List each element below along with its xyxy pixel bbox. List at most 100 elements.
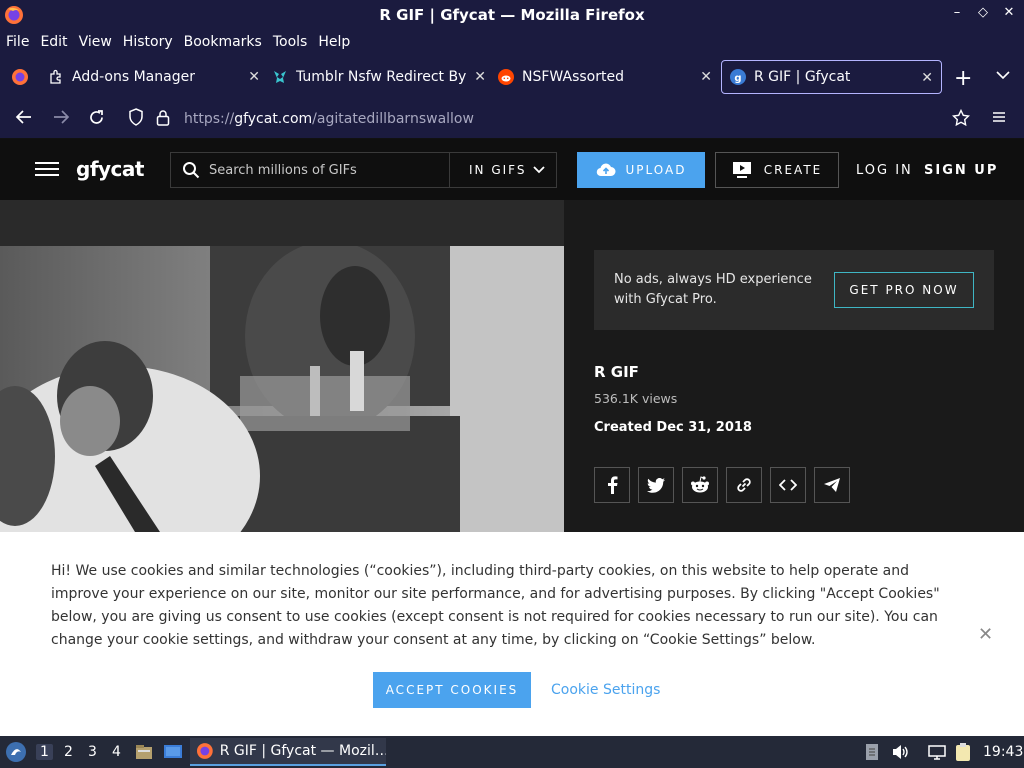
get-pro-button[interactable]: GET PRO NOW xyxy=(834,272,974,308)
url-bar[interactable]: https://gfycat.com/agitatedillbarnswallo… xyxy=(118,104,983,134)
puzzle-icon xyxy=(48,69,64,85)
create-video-icon xyxy=(732,162,751,178)
list-all-tabs-chevron-icon[interactable] xyxy=(996,68,1010,84)
firefox-view-icon[interactable] xyxy=(11,68,29,86)
workspace-2[interactable]: 2 xyxy=(64,744,73,760)
cloud-upload-icon xyxy=(596,163,616,177)
url-path: /agitatedillbarnswallow xyxy=(312,111,474,127)
clipboard-icon[interactable] xyxy=(953,742,973,762)
taskbar-firefox-window[interactable]: R GIF | Gfycat — Mozil… xyxy=(190,738,386,766)
taskbar-window-label: R GIF | Gfycat — Mozil… xyxy=(219,743,386,759)
tracking-protection-shield-icon[interactable] xyxy=(128,108,144,130)
gif-title: R GIF xyxy=(594,363,639,381)
share-facebook-button[interactable] xyxy=(594,467,630,503)
search-box[interactable]: Search millions of GIFs IN GIFS xyxy=(170,152,557,188)
url-host: gfycat.com xyxy=(234,111,313,127)
gfycat-icon: g xyxy=(730,69,746,85)
accept-cookies-button[interactable]: ACCEPT COOKIES xyxy=(373,672,531,708)
gif-views: 536.1K views xyxy=(594,391,678,406)
close-window-button[interactable]: ✕ xyxy=(1002,5,1016,20)
workspace-3[interactable]: 3 xyxy=(88,744,97,760)
site-menu-hamburger-icon[interactable] xyxy=(35,162,59,176)
close-tab-icon[interactable]: ✕ xyxy=(248,69,260,85)
start-menu-icon[interactable] xyxy=(5,741,27,763)
copy-link-button[interactable] xyxy=(726,467,762,503)
svg-text:g: g xyxy=(734,73,741,84)
forward-arrow-icon[interactable] xyxy=(52,109,70,130)
tumblr-extension-icon xyxy=(272,69,288,85)
close-icon[interactable]: ✕ xyxy=(978,624,993,645)
site-header: gfycat Search millions of GIFs IN GIFS U… xyxy=(0,139,1024,200)
file-manager-icon[interactable] xyxy=(134,742,154,762)
upload-button[interactable]: UPLOAD xyxy=(577,152,705,188)
minimize-button[interactable]: – xyxy=(950,5,964,20)
maximize-button[interactable]: ◇ xyxy=(976,5,990,20)
workspace-1[interactable]: 1 xyxy=(36,744,53,760)
cookie-consent-banner: Hi! We use cookies and similar technolog… xyxy=(0,532,1024,736)
url-text[interactable]: https://gfycat.com/agitatedillbarnswallo… xyxy=(184,111,474,127)
close-tab-icon[interactable]: ✕ xyxy=(474,69,486,85)
tab-label: Add-ons Manager xyxy=(72,69,195,85)
share-buttons xyxy=(594,467,850,503)
network-icon[interactable] xyxy=(927,742,947,762)
gif-video-player[interactable] xyxy=(0,246,564,532)
system-taskbar: 1 2 3 4 R GIF | Gfycat — Mozil… 19:43 xyxy=(0,736,1024,768)
desktop-icon[interactable] xyxy=(163,742,183,762)
close-tab-icon[interactable]: ✕ xyxy=(700,69,712,85)
menu-bookmarks[interactable]: Bookmarks xyxy=(184,34,262,50)
signup-link[interactable]: SIGN UP xyxy=(924,163,998,178)
tab-strip: Add-ons Manager ✕ Tumblr Nsfw Redirect B… xyxy=(0,54,1024,100)
pro-promo-box: No ads, always HD experience with Gfycat… xyxy=(594,250,994,330)
search-divider xyxy=(449,153,450,187)
share-reddit-button[interactable] xyxy=(682,467,718,503)
reddit-icon xyxy=(691,476,709,493)
search-input[interactable]: Search millions of GIFs xyxy=(209,163,449,178)
gfycat-logo[interactable]: gfycat xyxy=(76,157,144,181)
clock: 19:43 xyxy=(983,744,1024,760)
login-link[interactable]: LOG IN xyxy=(856,163,913,178)
menu-bar: File Edit View History Bookmarks Tools H… xyxy=(0,30,1024,54)
tab-gfycat[interactable]: g R GIF | Gfycat ✕ xyxy=(721,60,942,94)
workspace-4[interactable]: 4 xyxy=(112,744,121,760)
menu-edit[interactable]: Edit xyxy=(40,34,67,50)
app-menu-hamburger-icon[interactable] xyxy=(992,109,1006,129)
tab-tumblr-redirect[interactable]: Tumblr Nsfw Redirect Byp ✕ xyxy=(272,60,494,94)
reload-icon[interactable] xyxy=(88,109,105,131)
create-label: CREATE xyxy=(763,163,823,177)
back-arrow-icon[interactable] xyxy=(15,109,33,130)
bookmark-star-icon[interactable] xyxy=(951,108,971,132)
search-icon xyxy=(183,162,200,179)
create-button[interactable]: CREATE xyxy=(715,152,839,188)
facebook-icon xyxy=(608,476,618,494)
firefox-icon xyxy=(196,743,213,759)
upload-label: UPLOAD xyxy=(625,163,687,177)
search-scope-dropdown[interactable]: IN GIFS xyxy=(469,163,526,177)
send-icon xyxy=(824,478,840,492)
volume-icon[interactable] xyxy=(890,742,910,762)
tab-addons-manager[interactable]: Add-ons Manager ✕ xyxy=(48,60,268,94)
send-button[interactable] xyxy=(814,467,850,503)
promo-text: No ads, always HD experience with Gfycat… xyxy=(614,272,812,307)
cookie-settings-link[interactable]: Cookie Settings xyxy=(551,682,660,698)
window-title: R GIF | Gfycat — Mozilla Firefox xyxy=(379,6,645,24)
gif-info-panel: No ads, always HD experience with Gfycat… xyxy=(564,200,1024,532)
menu-view[interactable]: View xyxy=(79,34,112,50)
chevron-down-icon[interactable] xyxy=(533,164,545,176)
reddit-icon xyxy=(498,69,514,85)
tab-label: Tumblr Nsfw Redirect Byp xyxy=(296,69,466,85)
gif-created-date: Created Dec 31, 2018 xyxy=(594,420,752,435)
notes-icon[interactable] xyxy=(862,742,882,762)
menu-help[interactable]: Help xyxy=(318,34,350,50)
video-area xyxy=(0,200,564,532)
embed-button[interactable] xyxy=(770,467,806,503)
lock-icon[interactable] xyxy=(156,109,170,130)
menu-history[interactable]: History xyxy=(123,34,173,50)
share-twitter-button[interactable] xyxy=(638,467,674,503)
twitter-icon xyxy=(647,477,665,493)
tab-nsfwassorted[interactable]: NSFWAssorted ✕ xyxy=(498,60,720,94)
menu-file[interactable]: File xyxy=(6,34,29,50)
close-tab-icon[interactable]: ✕ xyxy=(921,70,933,86)
new-tab-plus-icon[interactable]: + xyxy=(954,66,972,91)
menu-tools[interactable]: Tools xyxy=(273,34,308,50)
cookie-text: Hi! We use cookies and similar technolog… xyxy=(51,563,940,648)
